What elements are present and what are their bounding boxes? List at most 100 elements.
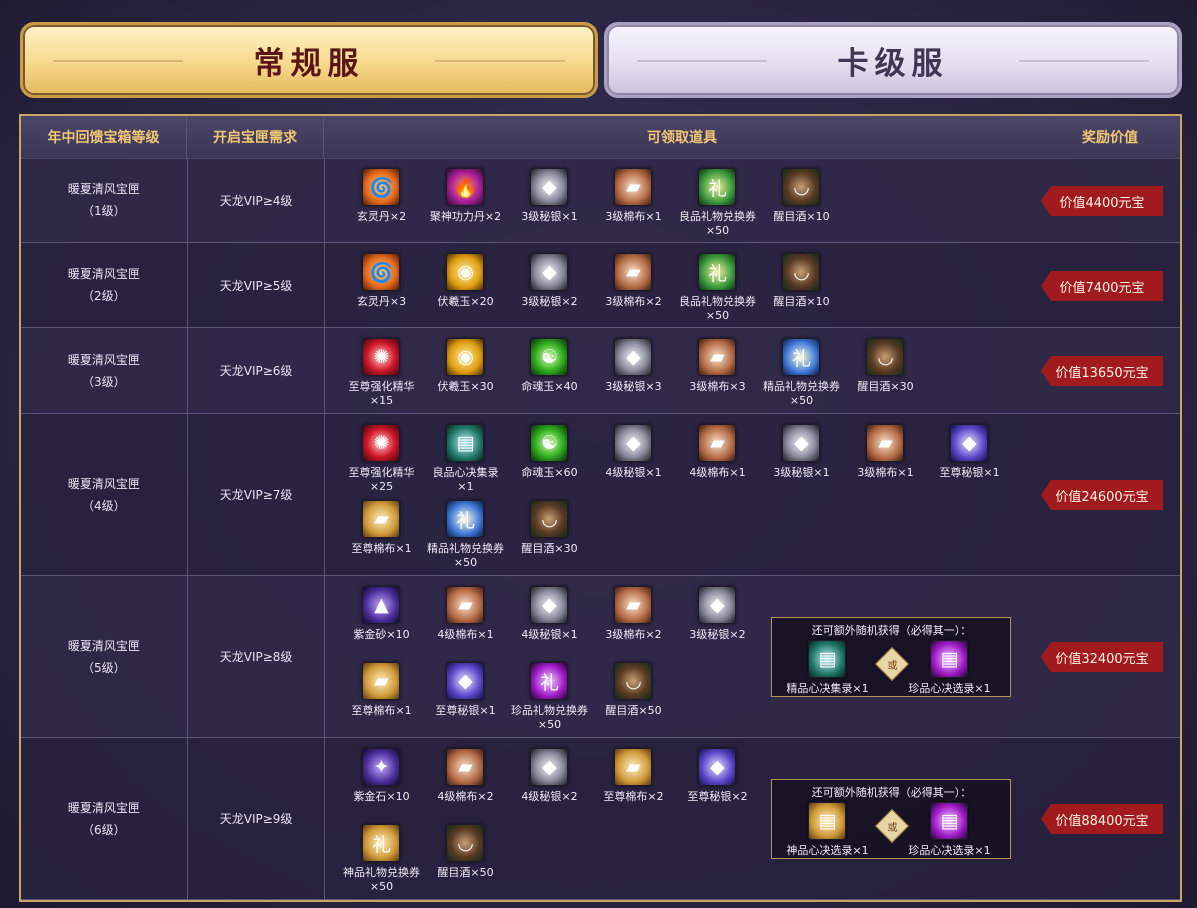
reward-item[interactable]: ◡ 醒目酒×50 (591, 662, 675, 718)
reward-item[interactable]: ▰ 至尊棉布×1 (339, 500, 423, 556)
reward-item[interactable]: ▲ 紫金砂×10 (339, 586, 423, 642)
tab-card-server[interactable]: 卡级服 (604, 22, 1182, 98)
item-quantity: ×50 (789, 394, 814, 407)
silver-ore-icon: ◆ (530, 586, 569, 624)
reward-item[interactable]: 礼珍品礼物兑换券 ×50 (507, 662, 591, 731)
bonus-item-b[interactable]: ▤ 珍品心决选录×1 (894, 640, 1004, 696)
reward-item[interactable]: ▰ 3级棉布×2 (591, 253, 675, 309)
bonus-title: 还可额外随机获得（必得其一）： (811, 624, 972, 637)
reward-item[interactable]: ▰ 3级棉布×1 (591, 168, 675, 224)
tab-swirl-decoration (435, 60, 565, 62)
item-label: 至尊秘银×1 (939, 466, 1000, 479)
reward-item[interactable]: ▰ 4级棉布×1 (423, 586, 507, 642)
spiral-pill-icon: 🌀 (362, 168, 401, 206)
reward-item[interactable]: ✺ 至尊强化精华 ×15 (339, 338, 423, 407)
reward-item[interactable]: ▰ 3级棉布×1 (843, 424, 927, 480)
cloth-icon: ▰ (614, 586, 653, 624)
item-label: 玄灵丹×2 (356, 210, 407, 223)
item-quantity: ×50 (537, 718, 562, 731)
item-quantity: ×50 (453, 556, 478, 569)
reward-item[interactable]: ☯ 命魂玉×40 (507, 338, 591, 394)
bonus-item-a[interactable]: ▤ 神品心决选录×1 (772, 802, 882, 858)
reward-item[interactable]: ◆ 4级秘银×2 (507, 748, 591, 804)
violet-silver-icon: ◆ (950, 424, 989, 462)
reward-value-badge: 价值4400元宝 (1041, 186, 1163, 216)
reward-item[interactable]: 礼神品礼物兑换券 ×50 (339, 824, 423, 893)
reward-item[interactable]: ☯ 命魂玉×60 (507, 424, 591, 480)
item-label: 3级秘银×1 (521, 210, 578, 223)
item-label: 紫金砂×10 (353, 628, 410, 641)
item-label: 至尊秘银×2 (687, 790, 748, 803)
reward-item[interactable]: ◉ 伏羲玉×20 (423, 253, 507, 309)
reward-item[interactable]: ◡ 醒目酒×50 (423, 824, 507, 880)
reward-item[interactable]: ▰ 至尊棉布×1 (339, 662, 423, 718)
gold-cloth-icon: ▰ (362, 500, 401, 538)
reward-item[interactable]: 礼良品礼物兑换券 ×50 (675, 253, 759, 322)
reward-item[interactable]: 🌀 玄灵丹×2 (339, 168, 423, 224)
bonus-item-a[interactable]: ▤ 精品心决集录×1 (772, 640, 882, 696)
purple-sand-icon: ▲ (362, 586, 401, 624)
reward-item[interactable]: ▰ 至尊棉布×2 (591, 748, 675, 804)
reward-value-badge: 价值88400元宝 (1041, 804, 1163, 834)
item-label: 醒目酒×50 (605, 704, 662, 717)
reward-item[interactable]: ◆ 3级秘银×3 (591, 338, 675, 394)
item-label: 醒目酒×50 (437, 866, 494, 879)
reward-item[interactable]: ◆ 3级秘银×1 (759, 424, 843, 480)
reward-item[interactable]: 礼良品礼物兑换券 ×50 (675, 168, 759, 237)
chest-level-cell: 暖夏清风宝匣 （6级） (21, 738, 188, 899)
header-value: 奖励价值 (1082, 130, 1138, 146)
item-label: 4级秘银×1 (605, 466, 662, 479)
reward-item[interactable]: ▰ 3级棉布×2 (591, 586, 675, 642)
wine-bowl-icon: ◡ (782, 253, 821, 291)
reward-item[interactable]: ◆ 至尊秘银×2 (675, 748, 759, 804)
table-row: 暖夏清风宝匣 （5级） 天龙VIP≥8级 ▲ 紫金砂×10 ▰ 4级棉布×1 ◆ 4级秘银×1 ▰… (21, 576, 1180, 738)
reward-item[interactable]: ◡ 醒目酒×10 (759, 168, 843, 224)
cloth-icon: ▰ (866, 424, 905, 462)
reward-item[interactable]: 礼精品礼物兑换券 ×50 (759, 338, 843, 407)
chest-level: （3级） (82, 374, 126, 389)
reward-item[interactable]: 🔥 聚神功力丹×2 (423, 168, 507, 224)
wine-bowl-icon: ◡ (866, 338, 905, 376)
table-row: 暖夏清风宝匣 （2级） 天龙VIP≥5级 🌀 玄灵丹×3 ◉ 伏羲玉×20 ◆ 3级秘银×2 ▰ 3… (21, 243, 1180, 328)
reward-item[interactable]: 礼精品礼物兑换券 ×50 (423, 500, 507, 569)
item-label: 伏羲玉×30 (437, 380, 494, 393)
reward-item[interactable]: ✦ 紫金石×10 (339, 748, 423, 804)
gold-voucher-icon: 礼 (362, 824, 401, 862)
reward-item[interactable]: ▰ 4级棉布×2 (423, 748, 507, 804)
reward-item[interactable]: ◡ 醒目酒×30 (507, 500, 591, 556)
tab-normal-server[interactable]: 常规服 (20, 22, 598, 98)
green-soul-jade-icon: ☯ (530, 338, 569, 376)
table-header: 年中回馈宝箱等级 开启宝匣需求 可领取道具 奖励价值 (21, 116, 1180, 159)
reward-item[interactable]: 🌀 玄灵丹×3 (339, 253, 423, 309)
reward-item[interactable]: ◡ 醒目酒×30 (843, 338, 927, 394)
reward-item[interactable]: ✺ 至尊强化精华 ×25 (339, 424, 423, 493)
blue-voucher-icon: 礼 (782, 338, 821, 376)
reward-item[interactable]: ▰ 4级棉布×1 (675, 424, 759, 480)
spiral-pill-icon: 🌀 (362, 253, 401, 291)
reward-item[interactable]: ◆ 3级秘银×2 (675, 586, 759, 642)
reward-item[interactable]: ◆ 至尊秘银×1 (423, 662, 507, 718)
item-label: 紫金石×10 (353, 790, 410, 803)
item-label: 良品心决集录 (432, 466, 499, 479)
reward-item[interactable]: ◡ 醒目酒×10 (759, 253, 843, 309)
reward-item[interactable]: ▰ 3级棉布×3 (675, 338, 759, 394)
vip-requirement: 天龙VIP≥6级 (188, 328, 326, 413)
item-label: 良品礼物兑换券 (678, 295, 756, 308)
item-label: 4级棉布×2 (437, 790, 494, 803)
chest-name: 暖夏清风宝匣 (67, 267, 140, 281)
chest-level-cell: 暖夏清风宝匣 （5级） (21, 576, 188, 737)
header-requirement: 开启宝匣需求 (187, 116, 324, 158)
item-label: 3级棉布×2 (605, 295, 662, 308)
reward-item[interactable]: ◆ 至尊秘银×1 (927, 424, 1011, 480)
reward-item[interactable]: ▤ 良品心决集录 ×1 (423, 424, 507, 493)
table-row: 暖夏清风宝匣 （3级） 天龙VIP≥6级 ✺ 至尊强化精华 ×15 ◉ 伏羲玉×30 ☯ 命魂玉×… (21, 328, 1180, 414)
item-label: 精品礼物兑换券 (426, 542, 504, 555)
bonus-item-b[interactable]: ▤ 珍品心决选录×1 (894, 802, 1004, 858)
reward-item[interactable]: ◆ 3级秘银×1 (507, 168, 591, 224)
reward-item[interactable]: ◆ 3级秘银×2 (507, 253, 591, 309)
reward-item[interactable]: ◆ 4级秘银×1 (591, 424, 675, 480)
item-label: 命魂玉×40 (521, 380, 578, 393)
reward-item[interactable]: ◆ 4级秘银×1 (507, 586, 591, 642)
reward-item[interactable]: ◉ 伏羲玉×30 (423, 338, 507, 394)
bonus-item-label: 精品心决集录×1 (786, 682, 869, 695)
